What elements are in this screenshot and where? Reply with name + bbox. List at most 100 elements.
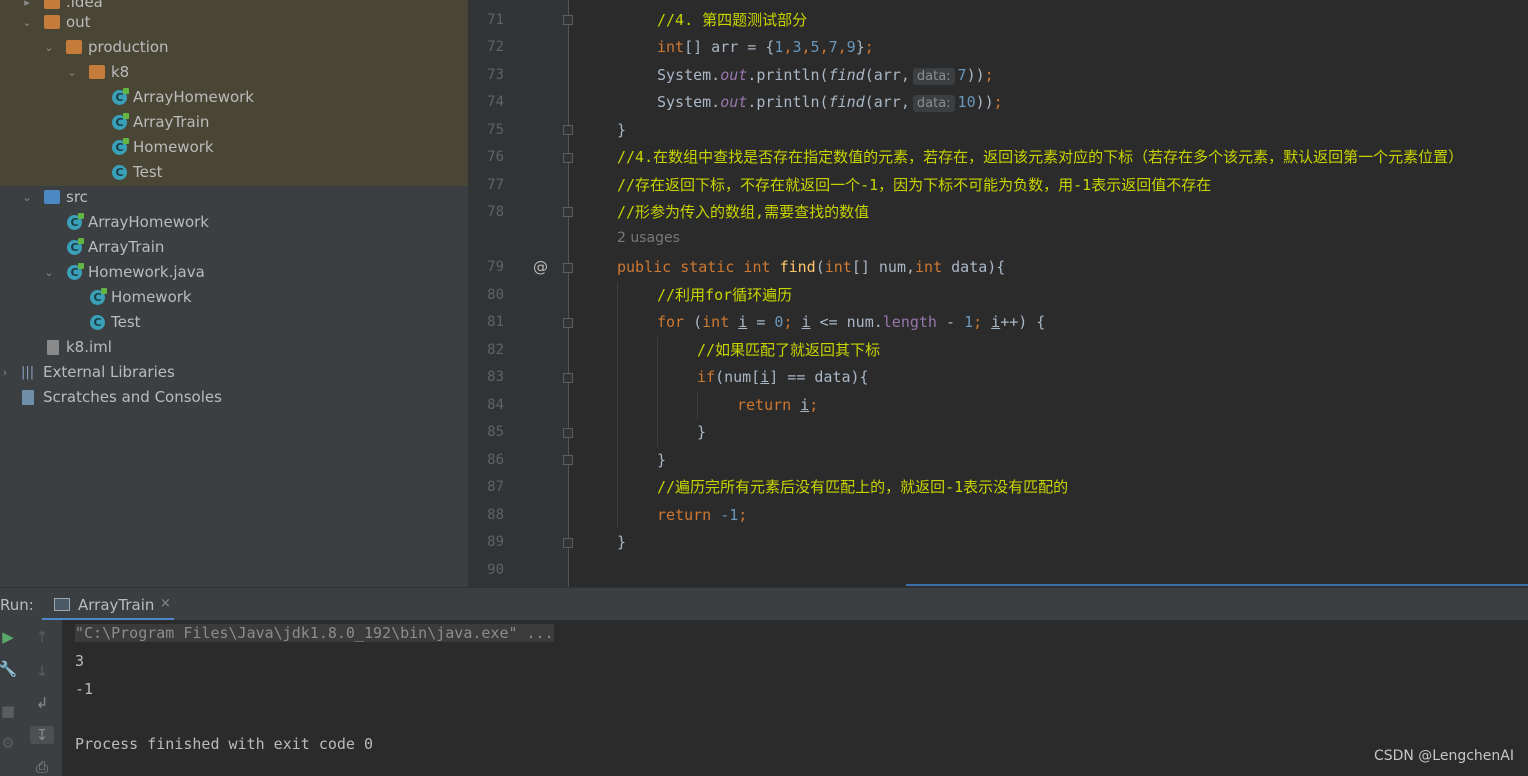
scroll-to-end-icon[interactable]: ↧ — [30, 726, 54, 744]
close-icon[interactable]: × — [160, 596, 171, 611]
library-icon: ||| — [21, 365, 35, 380]
comment: //利用for循环遍历 — [657, 286, 793, 304]
method-call: find — [828, 93, 865, 111]
code-line-85[interactable]: } — [697, 419, 706, 446]
keyword: int — [657, 38, 685, 56]
code-text: (arr, — [864, 66, 910, 84]
folder-icon — [89, 65, 105, 79]
class-run-icon: C — [112, 88, 129, 105]
code-line-79[interactable]: public static int find(int[] num,int dat… — [617, 254, 1005, 281]
number: 5 — [810, 38, 820, 56]
soft-wrap-icon[interactable]: ↲ — [30, 694, 54, 712]
chevron-down-icon[interactable]: ⌄ — [42, 35, 56, 60]
code-text: )) — [966, 66, 985, 84]
stop-icon[interactable]: ■ — [0, 702, 20, 720]
code-line-86[interactable]: } — [657, 447, 666, 474]
override-marker-icon[interactable]: @ — [533, 258, 548, 276]
code-line-83[interactable]: if(num[i] == data){ — [697, 364, 869, 391]
chevron-right-icon[interactable]: › — [0, 360, 12, 385]
code-text: .println( — [747, 93, 829, 111]
line-number: 87 — [487, 479, 504, 495]
run-tab-label: ArrayTrain — [78, 596, 155, 614]
usages-hint[interactable]: 2 usages — [617, 230, 680, 246]
number: 7 — [957, 66, 967, 84]
chevron-down-icon[interactable]: ⌄ — [20, 10, 34, 35]
code-text: (arr, — [864, 93, 910, 111]
number: 9 — [846, 38, 856, 56]
run-tab-arraytrain[interactable]: ArrayTrain × — [42, 588, 174, 621]
fold-marker-icon[interactable] — [563, 125, 573, 135]
keyword: public static int — [617, 258, 780, 276]
code-line-88[interactable]: return -1; — [657, 502, 747, 529]
chevron-down-icon[interactable]: ⌄ — [20, 185, 34, 210]
tree-item-label: ArrayTrain — [88, 238, 165, 256]
arrow-up-icon[interactable]: ↑ — [30, 628, 54, 646]
class-run-icon: C — [112, 138, 129, 155]
comment: //4. 第四题测试部分 — [657, 11, 808, 29]
loop-variable: i — [991, 313, 1001, 331]
loop-variable: i — [800, 396, 810, 414]
code-text: - — [936, 313, 965, 331]
line-number: 73 — [487, 67, 504, 83]
tree-item-label: ArrayTrain — [133, 113, 210, 131]
code-text: <= num. — [810, 313, 883, 331]
fold-marker-icon[interactable] — [563, 263, 573, 273]
class-run-icon: C — [67, 213, 84, 230]
line-number: 84 — [487, 397, 504, 413]
rerun-icon[interactable]: ▶ — [0, 628, 20, 646]
punct: , — [819, 38, 829, 56]
code-line-77[interactable]: //存在返回下标，不存在就返回一个-1，因为下标不可能为负数，用-1表示返回值不… — [617, 172, 1211, 199]
watermark: CSDN @LengchenAI — [1373, 748, 1514, 764]
code-line-80[interactable]: //利用for循环遍历 — [657, 282, 792, 309]
print-icon[interactable]: ⎙ — [30, 758, 54, 776]
gutter-divider — [568, 0, 569, 587]
code-line-87[interactable]: //遍历完所有元素后没有匹配上的，就返回-1表示没有匹配的 — [657, 474, 1068, 501]
code-line-73[interactable]: System.out.println(find(arr, data: 7)); — [657, 62, 994, 89]
line-number: 77 — [487, 177, 504, 193]
code-line-84[interactable]: return i; — [737, 392, 818, 419]
code-line-74[interactable]: System.out.println(find(arr, data: 10)); — [657, 89, 1003, 116]
code-text: [] num, — [851, 258, 916, 276]
keyword: if — [697, 368, 716, 386]
tree-item-label: Test — [133, 163, 163, 181]
loop-variable: i — [738, 313, 748, 331]
number: 1 — [964, 313, 974, 331]
tree-item-label: k8.iml — [66, 338, 112, 356]
code-line-75[interactable]: } — [617, 117, 626, 144]
code-line-76[interactable]: //4.在数组中查找是否存在指定数值的元素，若存在，返回该元素对应的下标（若存在… — [617, 144, 1463, 171]
run-label: Run: — [0, 596, 34, 614]
fold-marker-icon[interactable] — [563, 153, 573, 163]
tree-item-label: Scratches and Consoles — [43, 388, 222, 406]
fold-marker-icon[interactable] — [563, 455, 573, 465]
code-line-89[interactable]: } — [617, 529, 626, 556]
keyword: for — [657, 313, 694, 331]
chevron-down-icon[interactable]: ⌄ — [42, 260, 56, 285]
scratches-icon — [22, 390, 34, 405]
code-line-82[interactable]: //如果匹配了就返回其下标 — [697, 337, 880, 364]
code-line-72[interactable]: int[] arr = {1,3,5,7,9}; — [657, 34, 874, 61]
tree-item-label: production — [88, 38, 169, 56]
wrench-icon[interactable]: 🔧 — [0, 660, 20, 678]
number: 10 — [957, 93, 976, 111]
comment: //形参为传入的数组,需要查找的数值 — [617, 203, 870, 221]
folder-icon — [66, 40, 82, 54]
code-text: } — [617, 121, 627, 139]
indent-guide — [697, 392, 698, 420]
code-text: System. — [657, 66, 721, 84]
fold-marker-icon[interactable] — [563, 15, 573, 25]
fold-marker-icon[interactable] — [563, 373, 573, 383]
arrow-down-icon[interactable]: ↓ — [30, 662, 54, 680]
code-line-78[interactable]: //形参为传入的数组,需要查找的数值 — [617, 199, 869, 226]
code-text: System. — [657, 93, 721, 111]
fold-marker-icon[interactable] — [563, 318, 573, 328]
code-text: } — [657, 451, 667, 469]
fold-marker-icon[interactable] — [563, 428, 573, 438]
chevron-down-icon[interactable]: ⌄ — [65, 60, 79, 85]
code-line-71[interactable]: //4. 第四题测试部分 — [657, 7, 807, 34]
settings-icon[interactable]: ⚙ — [0, 734, 20, 752]
line-number: 80 — [487, 287, 504, 303]
line-number: 85 — [487, 424, 504, 440]
fold-marker-icon[interactable] — [563, 207, 573, 217]
code-line-81[interactable]: for (int i = 0; i <= num.length - 1; i++… — [657, 309, 1045, 336]
fold-marker-icon[interactable] — [563, 538, 573, 548]
